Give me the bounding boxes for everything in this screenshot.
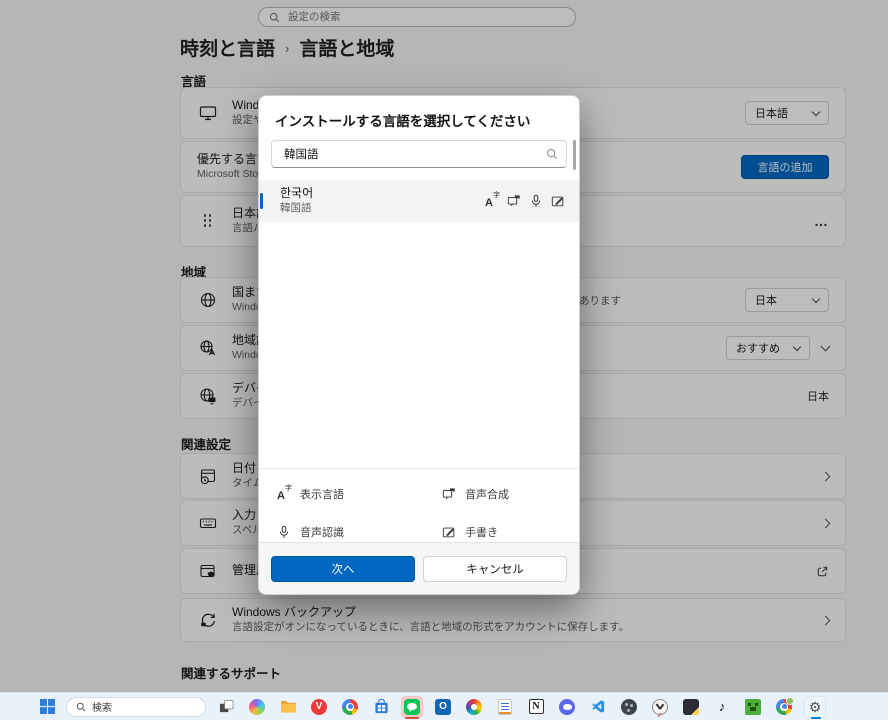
dialog-footer: 次へ キャンセル (259, 542, 579, 594)
legend-display-language: A字 表示言語 (277, 482, 442, 506)
discord-icon[interactable] (556, 696, 578, 718)
unity-icon[interactable] (618, 696, 640, 718)
dialog-search-box[interactable] (271, 140, 567, 168)
dialog-legend: A字 表示言語 音声合成 音声認識 (259, 468, 579, 544)
vscode-icon[interactable] (587, 696, 609, 718)
chrome-alt-icon[interactable] (773, 696, 795, 718)
handwriting-icon (442, 525, 456, 539)
search-icon (546, 148, 558, 160)
notepad-icon[interactable] (494, 696, 516, 718)
windows-settings-screen: 時刻と言語 › 言語と地域 言語 Windo 設定やエ 日本語 優先する言語 M… (0, 0, 888, 720)
chrome-icon[interactable] (339, 696, 361, 718)
start-button[interactable] (36, 696, 58, 718)
display-language-icon: A字 (277, 487, 291, 501)
search-icon (76, 702, 86, 712)
music-app-icon[interactable]: ♪ (711, 696, 733, 718)
minecraft-icon[interactable] (742, 696, 764, 718)
notion-icon[interactable]: N (525, 696, 547, 718)
vivaldi-icon[interactable]: V (308, 696, 330, 718)
dialog-search-input[interactable] (282, 147, 546, 161)
task-view-icon[interactable] (215, 696, 237, 718)
language-native-name: 한국어 (280, 186, 313, 202)
taskbar-search[interactable]: 検索 (66, 697, 206, 717)
selection-indicator (260, 193, 263, 209)
next-button[interactable]: 次へ (271, 556, 415, 582)
profile-badge (786, 697, 794, 705)
speech-synthesis-icon (442, 487, 456, 501)
speech-synthesis-icon (507, 194, 521, 208)
copilot-icon[interactable] (246, 696, 268, 718)
legend-handwriting: 手書き (442, 521, 579, 545)
photos-icon[interactable] (463, 696, 485, 718)
taskbar: 検索 V O N (0, 692, 888, 720)
language-feature-icons: A字 (485, 194, 565, 208)
dialog-title: インストールする言語を選択してください (275, 110, 563, 130)
editor-app-icon[interactable] (680, 696, 702, 718)
settings-app-icon[interactable]: ⚙ (804, 696, 826, 718)
microsoft-store-icon[interactable] (370, 696, 392, 718)
legend-speech-synthesis: 音声合成 (442, 482, 579, 506)
file-explorer-icon[interactable] (277, 696, 299, 718)
handwriting-icon (551, 194, 565, 208)
speech-recognition-icon (529, 194, 543, 208)
dialog-scrollbar-thumb[interactable] (573, 140, 576, 170)
add-language-dialog: インストールする言語を選択してください 한국어 韓国語 A字 (258, 95, 580, 595)
speech-recognition-icon (277, 525, 291, 539)
clock-app-icon[interactable] (649, 696, 671, 718)
language-localized-name: 韓国語 (280, 202, 313, 216)
language-result-korean[interactable]: 한국어 韓国語 A字 (259, 180, 579, 222)
display-language-icon: A字 (485, 194, 499, 208)
outlook-icon[interactable]: O (432, 696, 454, 718)
cancel-button[interactable]: キャンセル (423, 556, 567, 582)
line-icon[interactable] (401, 696, 423, 718)
legend-speech-recognition: 音声認識 (277, 521, 442, 545)
